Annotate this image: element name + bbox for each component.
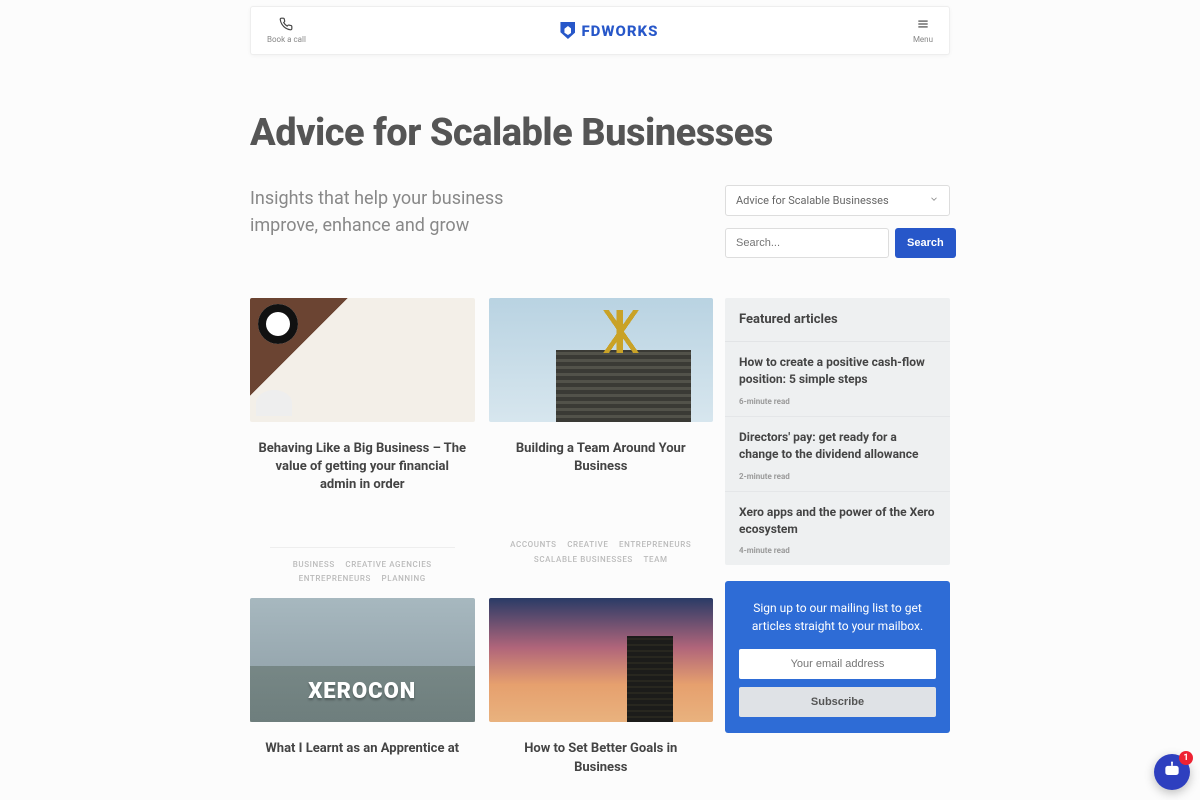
category-selected: Advice for Scalable Businesses: [736, 194, 889, 207]
brand-text: FDWORKS: [581, 22, 658, 40]
article-card[interactable]: Building a Team Around Your Business ACC…: [489, 298, 714, 586]
brand-logo[interactable]: FDWORKS: [560, 22, 658, 40]
featured-title: How to create a positive cash-flow posit…: [739, 354, 936, 389]
chat-widget[interactable]: 1: [1154, 754, 1190, 790]
article-card[interactable]: Behaving Like a Big Business – The value…: [250, 298, 475, 586]
article-card[interactable]: How to Set Better Goals in Business: [489, 598, 714, 776]
category-select[interactable]: Advice for Scalable Businesses: [725, 185, 950, 216]
article-card[interactable]: XEROCON What I Learnt as an Apprentice a…: [250, 598, 475, 776]
filter-controls: Advice for Scalable Businesses Search: [725, 185, 950, 258]
shield-icon: [560, 22, 575, 39]
featured-heading: Featured articles: [725, 298, 950, 342]
featured-item[interactable]: How to create a positive cash-flow posit…: [725, 342, 950, 417]
article-title: How to Set Better Goals in Business: [489, 740, 714, 776]
search-input[interactable]: [725, 228, 889, 258]
article-title: What I Learnt as an Apprentice at: [250, 740, 475, 758]
signup-text: Sign up to our mailing list to get artic…: [739, 599, 936, 635]
featured-item[interactable]: Xero apps and the power of the Xero ecos…: [725, 492, 950, 566]
featured-meta: 2-minute read: [739, 472, 936, 481]
article-tags: ACCOUNTS CREATIVE ENTREPRENEURS SCALABLE…: [489, 538, 714, 567]
featured-meta: 6-minute read: [739, 397, 936, 406]
featured-meta: 4-minute read: [739, 546, 936, 555]
article-title: Building a Team Around Your Business: [489, 440, 714, 476]
article-tags: BUSINESS CREATIVE AGENCIES ENTREPRENEURS…: [270, 547, 455, 587]
chevron-down-icon: [929, 194, 939, 207]
featured-title: Directors' pay: get ready for a change t…: [739, 429, 936, 464]
article-thumbnail: [489, 298, 714, 422]
page-subtitle: Insights that help your business improve…: [250, 185, 503, 239]
chat-badge: 1: [1179, 751, 1193, 765]
article-title: Behaving Like a Big Business – The value…: [250, 440, 475, 495]
article-thumbnail: [489, 598, 714, 722]
menu-button[interactable]: Menu: [913, 17, 933, 44]
page-title: Advice for Scalable Businesses: [250, 111, 950, 155]
subscribe-button[interactable]: Subscribe: [739, 687, 936, 717]
search-button[interactable]: Search: [895, 228, 956, 258]
menu-icon: [916, 17, 930, 33]
featured-title: Xero apps and the power of the Xero ecos…: [739, 504, 936, 539]
featured-item[interactable]: Directors' pay: get ready for a change t…: [725, 417, 950, 492]
article-thumbnail: [250, 298, 475, 422]
phone-icon: [279, 17, 293, 33]
chat-icon: [1162, 760, 1182, 784]
book-call-label: Book a call: [267, 35, 306, 44]
top-bar: Book a call FDWORKS Menu: [250, 6, 950, 55]
article-thumbnail: XEROCON: [250, 598, 475, 722]
book-call-button[interactable]: Book a call: [267, 17, 306, 44]
email-input[interactable]: [739, 649, 936, 679]
sidebar: Featured articles How to create a positi…: [725, 298, 950, 733]
menu-label: Menu: [913, 35, 933, 44]
featured-articles: Featured articles How to create a positi…: [725, 298, 950, 565]
signup-box: Sign up to our mailing list to get artic…: [725, 581, 950, 733]
article-grid: Behaving Like a Big Business – The value…: [250, 298, 713, 777]
